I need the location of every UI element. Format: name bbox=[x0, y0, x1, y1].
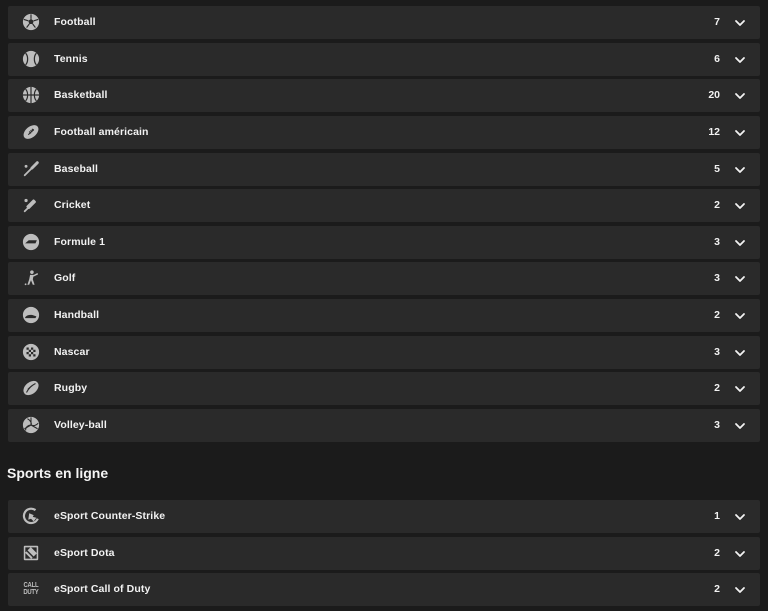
sport-label: Football américain bbox=[54, 125, 149, 138]
esport-row-counter-strike[interactable]: eSport Counter-Strike 1 bbox=[8, 500, 760, 533]
section-title-online-sports: Sports en ligne bbox=[7, 465, 109, 481]
event-count: 5 bbox=[714, 162, 720, 175]
sport-row-handball[interactable]: Handball 2 bbox=[8, 299, 760, 333]
sport-row-formula1[interactable]: Formule 1 3 bbox=[8, 225, 760, 259]
chevron-down-icon[interactable] bbox=[734, 164, 746, 176]
event-count: 1 bbox=[714, 510, 720, 522]
sport-row-baseball[interactable]: Baseball 5 bbox=[8, 152, 760, 186]
event-count: 3 bbox=[714, 419, 720, 432]
chevron-down-icon[interactable] bbox=[734, 347, 746, 359]
sport-label: Football bbox=[54, 16, 96, 28]
sports-list: Football 7 Tennis 6 Basketball 20 Footba… bbox=[8, 6, 760, 446]
chevron-down-icon[interactable] bbox=[734, 17, 746, 29]
sport-row-football[interactable]: Football 7 bbox=[8, 6, 760, 39]
sport-row-tennis[interactable]: Tennis 6 bbox=[8, 42, 760, 76]
esports-list: eSport Counter-Strike 1 eSport Dota 2 CA… bbox=[8, 500, 760, 610]
event-count: 2 bbox=[714, 309, 720, 322]
checkered-flag-icon bbox=[22, 343, 40, 361]
chevron-down-icon[interactable] bbox=[734, 511, 746, 523]
american-football-icon bbox=[22, 123, 40, 141]
sport-label: Volley-ball bbox=[54, 419, 107, 432]
soccer-ball-icon bbox=[22, 13, 40, 31]
sport-row-volleyball[interactable]: Volley-ball 3 bbox=[8, 409, 760, 443]
chevron-down-icon[interactable] bbox=[734, 200, 746, 212]
event-count: 2 bbox=[714, 546, 720, 559]
event-count: 3 bbox=[714, 235, 720, 248]
event-count: 3 bbox=[714, 272, 720, 285]
esport-label: eSport Dota bbox=[54, 546, 115, 559]
call-of-duty-icon: CALL DUTY bbox=[22, 580, 40, 598]
sport-row-nascar[interactable]: Nascar 3 bbox=[8, 335, 760, 369]
formula1-car-icon bbox=[22, 233, 40, 251]
chevron-down-icon[interactable] bbox=[734, 127, 746, 139]
esport-row-dota[interactable]: eSport Dota 2 bbox=[8, 536, 760, 570]
sport-label: Formule 1 bbox=[54, 235, 106, 248]
sport-row-cricket[interactable]: Cricket 2 bbox=[8, 189, 760, 223]
esport-row-call-of-duty[interactable]: CALL DUTY eSport Call of Duty 2 bbox=[8, 573, 760, 607]
sport-label: Nascar bbox=[54, 345, 90, 358]
event-count: 20 bbox=[708, 89, 720, 102]
call-of-duty-logo-top: CALL bbox=[23, 582, 39, 590]
event-count: 2 bbox=[714, 199, 720, 212]
chevron-down-icon[interactable] bbox=[734, 548, 746, 560]
sport-row-rugby[interactable]: Rugby 2 bbox=[8, 372, 760, 406]
sport-row-golf[interactable]: Golf 3 bbox=[8, 262, 760, 296]
sport-label: Handball bbox=[54, 309, 100, 322]
chevron-down-icon[interactable] bbox=[734, 90, 746, 102]
event-count: 6 bbox=[714, 52, 720, 65]
sport-label: Tennis bbox=[54, 52, 88, 65]
volleyball-icon bbox=[22, 416, 40, 434]
event-count: 2 bbox=[714, 583, 720, 596]
event-count: 7 bbox=[714, 16, 720, 28]
chevron-down-icon[interactable] bbox=[734, 420, 746, 432]
event-count: 3 bbox=[714, 345, 720, 358]
tennis-ball-icon bbox=[22, 50, 40, 68]
counter-strike-icon bbox=[22, 507, 40, 525]
cricket-bat-icon bbox=[22, 196, 40, 214]
call-of-duty-logo-bottom: DUTY bbox=[23, 589, 39, 597]
chevron-down-icon[interactable] bbox=[734, 310, 746, 322]
sport-label: Rugby bbox=[54, 382, 88, 395]
sport-label: Golf bbox=[54, 272, 76, 285]
sport-label: Baseball bbox=[54, 162, 98, 175]
basketball-icon bbox=[22, 86, 40, 104]
sport-label: Basketball bbox=[54, 89, 108, 102]
event-count: 2 bbox=[714, 382, 720, 395]
sports-menu: Football 7 Tennis 6 Basketball 20 Footba… bbox=[0, 0, 768, 611]
chevron-down-icon[interactable] bbox=[734, 584, 746, 596]
sport-row-american-football[interactable]: Football américain 12 bbox=[8, 115, 760, 149]
rugby-ball-icon bbox=[22, 379, 40, 397]
chevron-down-icon[interactable] bbox=[734, 383, 746, 395]
baseball-bat-icon bbox=[22, 160, 40, 178]
chevron-down-icon[interactable] bbox=[734, 237, 746, 249]
esport-label: eSport Call of Duty bbox=[54, 583, 151, 596]
sport-row-basketball[interactable]: Basketball 20 bbox=[8, 79, 760, 113]
event-count: 12 bbox=[708, 125, 720, 138]
chevron-down-icon[interactable] bbox=[734, 54, 746, 66]
handball-icon bbox=[22, 306, 40, 324]
chevron-down-icon[interactable] bbox=[734, 273, 746, 285]
dota-icon bbox=[22, 544, 40, 562]
golfer-icon bbox=[22, 269, 40, 287]
sport-label: Cricket bbox=[54, 199, 91, 212]
esport-label: eSport Counter-Strike bbox=[54, 510, 166, 522]
